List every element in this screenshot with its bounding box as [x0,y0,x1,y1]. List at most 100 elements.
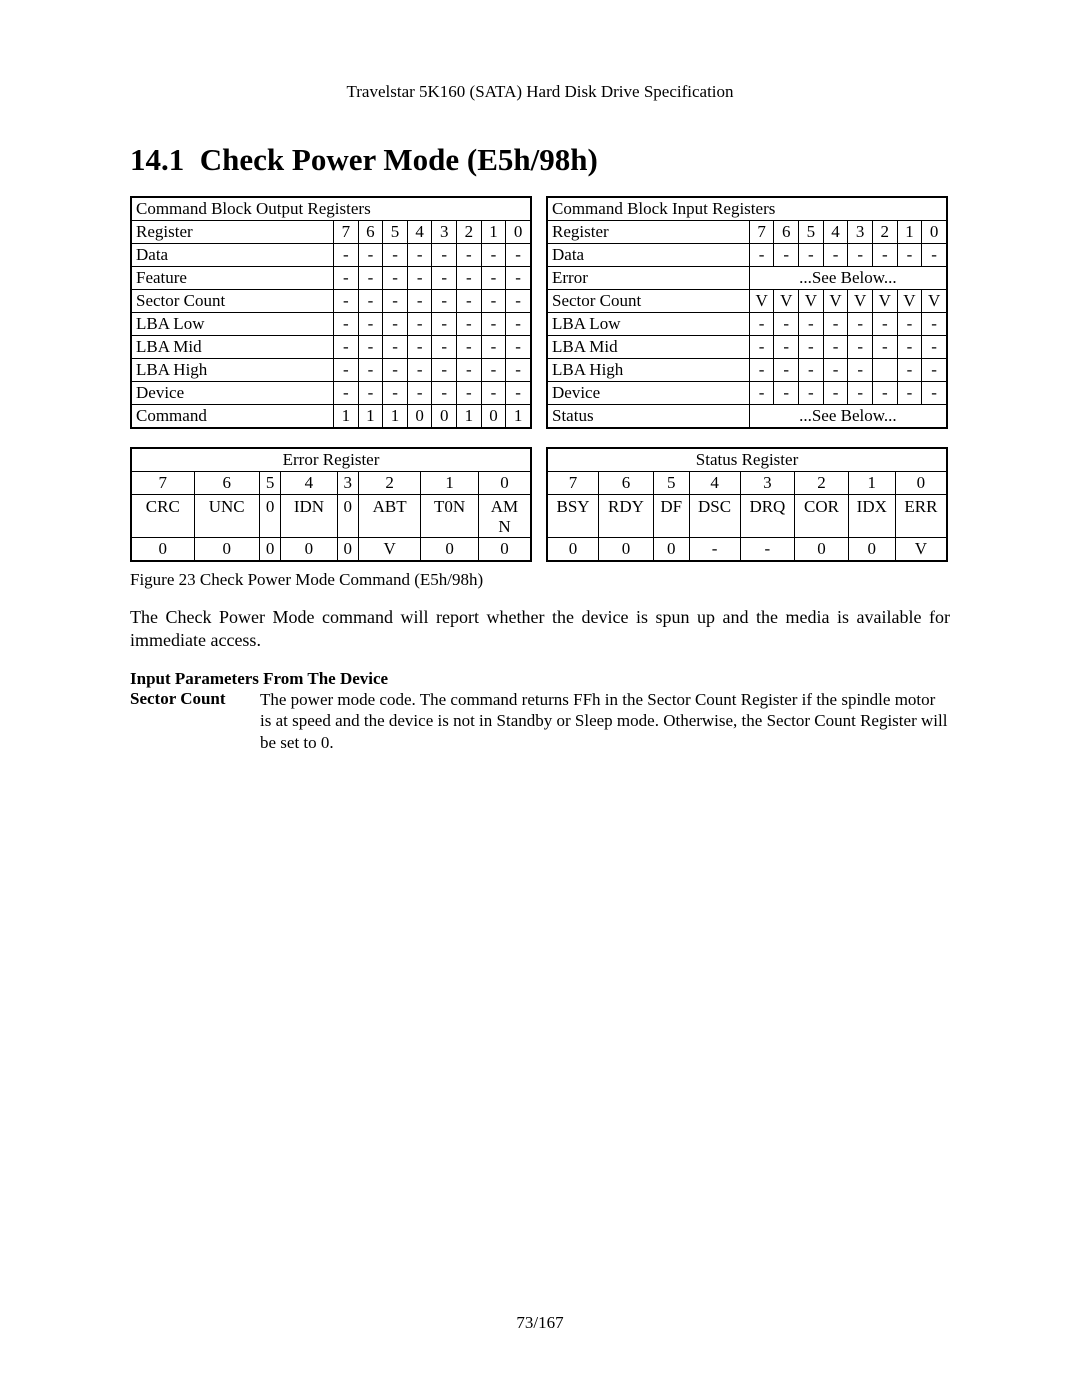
bit-cell: - [358,244,383,267]
bit-value: 0 [599,538,654,562]
bit-cell: 0 [407,405,432,429]
bit-cell: V [799,290,824,313]
bit-cell: - [407,244,432,267]
input-params-heading: Input Parameters From The Device [130,669,950,689]
register-name: Error [547,267,749,290]
bit-cell: - [922,359,947,382]
bit-cell: - [457,290,482,313]
bit-cell: 1 [506,405,531,429]
bit-cell: V [774,290,799,313]
bit-header: 2 [872,221,897,244]
bit-cell: V [897,290,922,313]
bit-label: RDY [599,495,654,538]
bit-label: 0 [337,495,359,538]
bit-cell: - [506,382,531,405]
bit-header: 6 [358,221,383,244]
bit-cell: - [383,313,408,336]
register-header: Register [131,221,334,244]
bit-cell: - [432,359,457,382]
bit-cell: - [823,244,848,267]
bit-cell: - [506,313,531,336]
bit-cell: - [334,382,359,405]
register-name: LBA Low [547,313,749,336]
bit-number: 2 [359,472,421,495]
bit-cell: 1 [358,405,383,429]
bit-cell: - [383,244,408,267]
param-name: Sector Count [130,689,260,753]
bit-cell: - [506,267,531,290]
bit-header: 4 [823,221,848,244]
bit-cell: - [897,359,922,382]
section-title: 14.1 Check Power Mode (E5h/98h) [130,142,950,178]
bit-cell: - [922,382,947,405]
bit-value: - [740,538,795,562]
bit-cell: - [848,359,873,382]
bit-cell: - [749,359,774,382]
bit-cell: - [774,336,799,359]
bit-value: 0 [194,538,259,562]
bit-cell: - [383,267,408,290]
bit-cell: - [457,244,482,267]
bit-cell: V [848,290,873,313]
bit-cell: - [799,359,824,382]
param-row-sector-count: Sector Count The power mode code. The co… [130,689,950,753]
register-name: Device [547,382,749,405]
bit-label: COR [795,495,848,538]
bit-label: DF [653,495,689,538]
bit-cell: - [872,244,897,267]
bit-value: 0 [337,538,359,562]
bit-cell: - [457,313,482,336]
bit-value: 0 [547,538,599,562]
bit-cell: - [407,359,432,382]
bit-cell: - [358,267,383,290]
bit-cell: - [823,336,848,359]
bit-cell: 1 [334,405,359,429]
bit-value: 0 [795,538,848,562]
bit-cell: - [457,359,482,382]
bit-header: 1 [481,221,506,244]
register-name: Status [547,405,749,429]
bit-cell: - [407,336,432,359]
document-header: Travelstar 5K160 (SATA) Hard Disk Drive … [130,82,950,102]
register-name: Feature [131,267,334,290]
bit-header: 3 [848,221,873,244]
bit-label: DRQ [740,495,795,538]
bit-cell: - [481,244,506,267]
bit-cell: - [383,359,408,382]
section-heading: Check Power Mode (E5h/98h) [200,142,598,177]
bit-cell [872,359,897,382]
bit-cell: - [799,382,824,405]
bit-cell: - [848,244,873,267]
bit-label: IDX [848,495,895,538]
bit-label: IDN [281,495,337,538]
bit-cell: - [506,290,531,313]
bit-cell: - [334,267,359,290]
register-title: Error Register [131,448,531,472]
register-name: LBA Low [131,313,334,336]
bit-cell: - [358,359,383,382]
bit-cell: 1 [457,405,482,429]
bit-cell: - [334,336,359,359]
bit-cell: - [481,382,506,405]
bit-value: 0 [478,538,531,562]
bit-cell: - [383,336,408,359]
register-name: Device [131,382,334,405]
bit-number: 7 [131,472,194,495]
bit-cell: - [848,382,873,405]
bit-cell: - [481,359,506,382]
bit-header: 4 [407,221,432,244]
bit-cell: - [749,313,774,336]
bit-number: 0 [895,472,947,495]
bit-cell: V [823,290,848,313]
bit-cell: - [922,336,947,359]
register-name: LBA High [131,359,334,382]
page-number: 73/167 [0,1313,1080,1333]
table-title: Command Block Output Registers [131,197,531,221]
bit-header: 5 [383,221,408,244]
section-number: 14.1 [130,142,184,177]
bit-cell: - [334,290,359,313]
bit-number: 4 [281,472,337,495]
bit-cell: - [334,359,359,382]
register-name: Data [547,244,749,267]
bit-cell: - [383,382,408,405]
